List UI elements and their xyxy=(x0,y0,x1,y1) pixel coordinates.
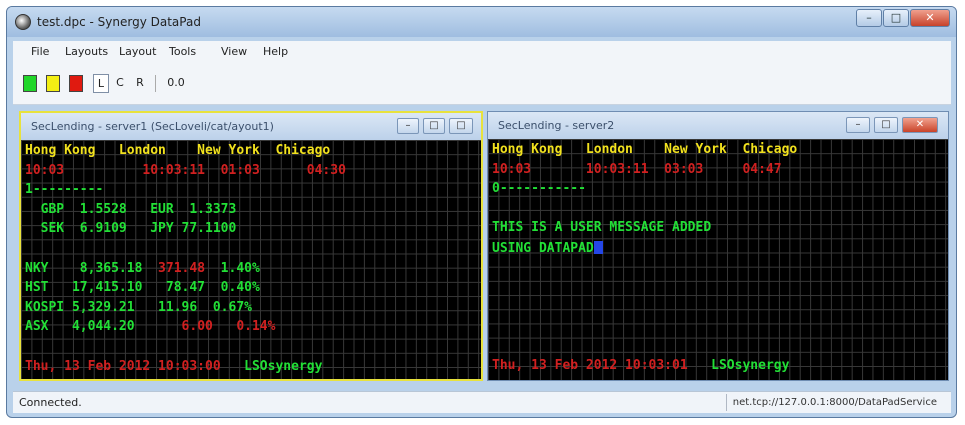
maximize-button[interactable]: □ xyxy=(883,9,909,27)
panel-server1-restore-button[interactable]: □ xyxy=(423,118,445,134)
red-color-button[interactable] xyxy=(69,75,83,92)
panel-server2-title: SecLending - server2 xyxy=(498,119,615,132)
screen-text: NKY 8,365.18 xyxy=(25,260,151,276)
toolbar-separator xyxy=(155,75,156,92)
screen-text: USING DATAPAD xyxy=(492,241,594,256)
panel-server2-restore-button[interactable]: □ xyxy=(874,117,898,133)
screen-line: USING DATAPAD xyxy=(492,241,603,256)
screen-text: GBP 1.5528 EUR 1.3373 xyxy=(25,201,237,217)
panel-server1-minimize-button[interactable]: – xyxy=(397,118,419,134)
screen-text: 1--------- xyxy=(25,182,104,198)
screen-text: SEK 6.9109 JPY 77.1100 xyxy=(25,221,237,237)
close-button[interactable]: ✕ xyxy=(910,9,950,27)
screen-text: 371.48 xyxy=(150,260,213,276)
panel-server1-title-bar[interactable]: SecLending - server1 (SecLoveli/cat/ayou… xyxy=(21,113,481,140)
title-bar[interactable]: test.dpc - Synergy DataPad – □ ✕ xyxy=(7,7,956,37)
menu-bar: File Layouts Layout Tools View Help xyxy=(13,41,951,65)
panel-server2-close-button[interactable]: ✕ xyxy=(902,117,938,133)
datapad-screen-server2[interactable]: Hong Kong London New York Chicago 10:03 1… xyxy=(488,139,948,380)
panel-server2[interactable]: SecLending - server2 – □ ✕ Hong Kong Lon… xyxy=(487,111,949,381)
align-left-button[interactable]: L xyxy=(93,74,109,93)
screen-line: HST 17,415.10 78.47 0.40% xyxy=(25,281,260,295)
panel-server1-close-button[interactable]: □ xyxy=(449,118,473,134)
screen-text: HST 17,415.10 78.47 0.40% xyxy=(25,280,260,296)
screen-line: ASX 4,044.20 6.00 0.14% xyxy=(25,320,275,334)
menu-layout[interactable]: Layout xyxy=(119,45,156,58)
app-window: test.dpc - Synergy DataPad – □ ✕ File La… xyxy=(6,6,957,418)
screen-text: 10:03 10:03:11 03:03 04:47 xyxy=(492,161,782,177)
panel-server2-title-bar[interactable]: SecLending - server2 – □ ✕ xyxy=(488,112,948,139)
app-icon xyxy=(15,14,31,30)
screen-text: Thu, 13 Feb 2012 10:03:00 xyxy=(25,358,229,374)
screen-line: GBP 1.5528 EUR 1.3373 xyxy=(25,201,237,217)
panel-server1[interactable]: SecLending - server1 (SecLoveli/cat/ayou… xyxy=(19,111,483,381)
panel-server1-title: SecLending - server1 (SecLoveli/cat/ayou… xyxy=(31,120,274,133)
text-cursor xyxy=(593,241,603,254)
screen-line: Thu, 13 Feb 2012 10:03:01 LSOsynergy xyxy=(492,357,790,373)
screen-text: Hong Kong London New York Chicago xyxy=(492,142,798,157)
screen-line: SEK 6.9109 JPY 77.1100 xyxy=(25,221,237,237)
panel-server2-minimize-button[interactable]: – xyxy=(846,117,870,133)
screen-line: 0----------- xyxy=(492,182,586,196)
screen-line: 1--------- xyxy=(25,183,103,197)
screen-line: THIS IS A USER MESSAGE ADDED xyxy=(492,221,711,235)
menu-file[interactable]: File xyxy=(31,45,49,58)
screen-text: 10:03 10:03:11 01:03 04:30 xyxy=(25,162,346,178)
screen-text: 6.00 0.14% xyxy=(142,319,276,335)
screen-text: ASX 4,044.20 xyxy=(25,319,143,335)
screen-line: KOSPI 5,329.21 11.96 0.67% xyxy=(25,299,252,315)
menu-help[interactable]: Help xyxy=(263,45,288,58)
menu-tools[interactable]: Tools xyxy=(169,45,196,58)
screen-line: NKY 8,365.18 371.48 1.40% xyxy=(25,260,260,276)
yellow-color-button[interactable] xyxy=(46,75,60,92)
connection-status: Connected. xyxy=(19,396,82,409)
align-right-button[interactable]: R xyxy=(133,74,147,93)
screen-text: Hong Kong London New York Chicago xyxy=(25,143,331,158)
datapad-screen-server1[interactable]: Hong Kong London New York Chicago 10:03 1… xyxy=(21,140,481,379)
screen-text: 1.40% xyxy=(212,260,260,276)
align-center-button[interactable]: C xyxy=(113,74,127,93)
green-color-button[interactable] xyxy=(23,75,37,92)
minimize-button[interactable]: – xyxy=(856,9,882,27)
menu-layouts[interactable]: Layouts xyxy=(65,45,108,58)
window-title: test.dpc - Synergy DataPad xyxy=(37,15,201,29)
toolbar: L C R 0.0 xyxy=(13,65,951,105)
screen-text: LSOsynergy xyxy=(228,358,323,374)
menu-view[interactable]: View xyxy=(221,45,247,58)
screen-text: THIS IS A USER MESSAGE ADDED xyxy=(492,220,712,236)
screen-line: Thu, 13 Feb 2012 10:03:00 LSOsynergy xyxy=(25,358,323,374)
screen-text: Thu, 13 Feb 2012 10:03:01 xyxy=(492,357,696,373)
screen-line: Hong Kong London New York Chicago xyxy=(492,143,797,157)
screen-line: 10:03 10:03:11 03:03 04:47 xyxy=(492,161,782,177)
zoom-value[interactable]: 0.0 xyxy=(163,74,189,93)
service-endpoint: net.tcp://127.0.0.1:8000/DataPadService xyxy=(725,394,943,411)
screen-text: 0----------- xyxy=(492,181,586,197)
screen-text: KOSPI 5,329.21 11.96 0.67% xyxy=(25,299,252,315)
screen-text: LSOsynergy xyxy=(695,357,790,373)
screen-line: 10:03 10:03:11 01:03 04:30 xyxy=(25,162,346,178)
screen-line: Hong Kong London New York Chicago xyxy=(25,144,330,158)
status-bar: Connected. net.tcp://127.0.0.1:8000/Data… xyxy=(13,391,951,413)
